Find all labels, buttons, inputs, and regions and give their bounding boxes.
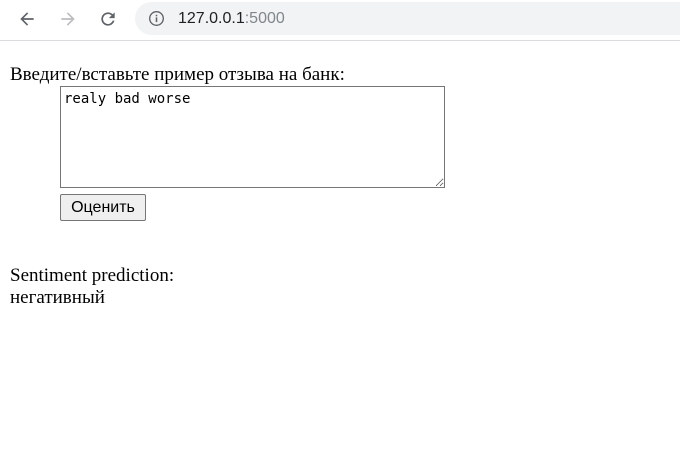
- reload-icon: [101, 12, 115, 26]
- url-text: 127.0.0.1:5000: [178, 9, 285, 28]
- url-port: :5000: [244, 10, 285, 27]
- sentiment-label: Sentiment prediction:: [10, 265, 175, 286]
- info-icon[interactable]: [148, 10, 165, 27]
- review-prompt-label: Введите/вставьте пример отзыва на банк:: [10, 64, 345, 85]
- sentiment-value: негативный: [10, 287, 105, 308]
- url-host: 127.0.0.1: [178, 10, 245, 27]
- back-arrow-icon: [20, 12, 34, 26]
- reload-button[interactable]: [93, 4, 123, 34]
- review-input[interactable]: realy bad worse: [60, 86, 445, 188]
- browser-toolbar: 127.0.0.1:5000: [0, 0, 680, 41]
- page-content: Введите/вставьте пример отзыва на банк: …: [0, 41, 680, 454]
- forward-arrow-icon: [61, 12, 75, 26]
- back-button[interactable]: [12, 4, 42, 34]
- forward-button[interactable]: [53, 4, 83, 34]
- address-bar[interactable]: 127.0.0.1:5000: [135, 2, 680, 35]
- evaluate-button[interactable]: Оценить: [60, 194, 146, 221]
